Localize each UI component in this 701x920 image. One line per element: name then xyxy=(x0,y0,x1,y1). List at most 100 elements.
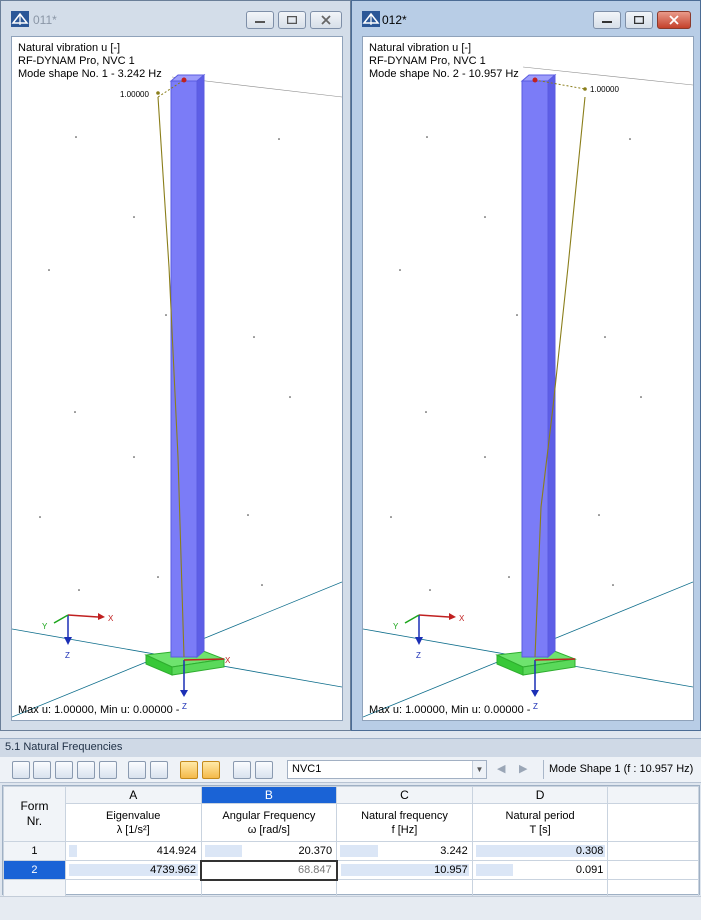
col-unit: T [s] xyxy=(529,823,551,836)
axis-x-label: X xyxy=(225,656,231,665)
form-header-line1: Form xyxy=(20,799,49,813)
edit-button[interactable] xyxy=(255,761,273,779)
window-011[interactable]: 011* 1.00000 X Z X Y Z Natural vibration… xyxy=(0,0,351,731)
global-axis-z-label: Z xyxy=(416,651,421,660)
export-excel-button[interactable] xyxy=(12,761,30,779)
close-icon xyxy=(669,15,679,25)
max-min-footer: Max u: 1.00000, Min u: 0.00000 - xyxy=(18,704,180,716)
result-line-2: RF-DYNAM Pro, NVC 1 xyxy=(369,55,486,67)
empty-subheader xyxy=(607,803,699,842)
minimize-icon xyxy=(602,21,612,23)
panel-title: 5.1 Natural Frequencies xyxy=(0,738,701,757)
maximize-icon xyxy=(287,16,297,24)
global-axis-z-label: Z xyxy=(65,651,70,660)
filter-button[interactable] xyxy=(55,761,73,779)
window-titlebar[interactable]: 011* xyxy=(1,1,350,37)
window-titlebar[interactable]: 012* xyxy=(352,1,700,37)
cell-value: 20.370 xyxy=(298,844,333,857)
col-unit: ω [rad/s] xyxy=(247,823,290,836)
cell-value: 3.242 xyxy=(440,845,468,857)
cell-value: 414.924 xyxy=(156,845,197,857)
cell-natural-period[interactable]: 0.308 xyxy=(471,841,609,861)
col-name: Angular Frequency xyxy=(222,809,316,822)
window-012[interactable]: 012* 1.00000 Z X Y Z Natural vibration u… xyxy=(351,0,701,731)
row-number[interactable]: 1 xyxy=(3,841,66,861)
cell-eigenvalue[interactable]: 4739.962 xyxy=(64,860,202,880)
cell-empty xyxy=(607,860,699,880)
col-name: Eigenvalue xyxy=(105,809,161,822)
window-title: 012* xyxy=(382,13,407,27)
cell-value: 4739.962 xyxy=(150,864,197,876)
row-number[interactable]: 2 xyxy=(3,860,66,880)
next-table-button[interactable] xyxy=(150,761,168,779)
close-button[interactable] xyxy=(310,11,342,29)
cell-natural-frequency[interactable]: 3.242 xyxy=(336,841,473,861)
axis-z-label: Z xyxy=(182,702,187,711)
model-3d-view[interactable]: 1.00000 X Z X Y Z xyxy=(12,37,342,720)
rfem-app-icon xyxy=(11,11,29,27)
color-bars-button[interactable] xyxy=(99,761,117,779)
cell-value: 0.308 xyxy=(575,845,604,857)
graphics-viewport[interactable]: 1.00000 X Z X Y Z Natural vibration u [-… xyxy=(11,36,343,721)
minimize-icon xyxy=(255,21,265,23)
result-line-3: Mode shape No. 2 - 10.957 Hz xyxy=(369,68,519,80)
col-name: Natural frequency xyxy=(361,809,448,822)
form-nr-header[interactable]: Form Nr. xyxy=(3,786,66,842)
maximize-icon xyxy=(634,16,644,24)
graphics-viewport[interactable]: 1.00000 Z X Y Z Natural vibration u [-] … xyxy=(362,36,694,721)
max-min-footer: Max u: 1.00000, Min u: 0.00000 - xyxy=(369,704,531,716)
global-axis-y-label: Y xyxy=(393,622,399,631)
result-line-2: RF-DYNAM Pro, NVC 1 xyxy=(18,55,135,67)
table-row[interactable]: 2 4739.962 68.847 10.957 0.091 xyxy=(3,859,699,881)
column-empty-header xyxy=(607,786,699,804)
natural-period-header: Natural period T [s] xyxy=(471,803,609,842)
column-member[interactable] xyxy=(170,80,198,658)
rfem-app-icon xyxy=(362,11,380,27)
column-a-header[interactable]: A xyxy=(64,786,202,804)
load-case-select[interactable]: NVC1 ▼ xyxy=(287,760,487,779)
insert-row-button[interactable] xyxy=(33,761,51,779)
maximize-button[interactable] xyxy=(278,11,306,29)
view-mode-button[interactable] xyxy=(202,761,220,779)
result-line-3: Mode shape No. 1 - 3.242 Hz xyxy=(18,68,162,80)
status-bar xyxy=(0,896,701,920)
cell-value: 0.091 xyxy=(575,864,604,876)
show-columns-button[interactable] xyxy=(233,761,251,779)
select-in-graphic-button[interactable] xyxy=(180,761,198,779)
cell-angular-frequency[interactable]: 20.370 xyxy=(200,841,338,861)
minimize-button[interactable] xyxy=(593,11,621,29)
cell-value: 10.957 xyxy=(434,864,468,876)
result-line-1: Natural vibration u [-] xyxy=(18,42,121,54)
eigenvalue-header: Eigenvalue λ [1/s²] xyxy=(64,803,202,842)
chevron-down-icon[interactable]: ▼ xyxy=(472,761,486,778)
col-name: Natural period xyxy=(505,809,575,822)
table-row[interactable]: 1 414.924 20.370 3.242 0.308 xyxy=(3,841,699,861)
nav-next-icon[interactable]: ▶ xyxy=(519,762,527,775)
cell-natural-frequency[interactable]: 10.957 xyxy=(336,860,473,880)
cell-angular-frequency[interactable]: 68.847 xyxy=(200,859,338,881)
global-axis-y-label: Y xyxy=(42,622,48,631)
axis-z-label: Z xyxy=(533,702,538,711)
column-member[interactable] xyxy=(521,80,549,658)
nav-previous-icon[interactable]: ◀ xyxy=(497,762,505,775)
column-c-header[interactable]: C xyxy=(336,786,473,804)
global-axis-x-label: X xyxy=(108,614,114,623)
cell-natural-period[interactable]: 0.091 xyxy=(471,860,609,880)
deform-value-label: 1.00000 xyxy=(120,90,149,99)
cell-eigenvalue[interactable]: 414.924 xyxy=(64,841,202,861)
global-axis-x-label: X xyxy=(459,614,465,623)
table-settings-button[interactable] xyxy=(77,761,95,779)
previous-table-button[interactable] xyxy=(128,761,146,779)
natural-frequency-header: Natural frequency f [Hz] xyxy=(336,803,473,842)
close-button[interactable] xyxy=(657,11,691,29)
natural-frequencies-table[interactable]: Form Nr. A B C D Eigenvalue λ [1/s²] Angu… xyxy=(2,785,700,899)
column-d-header[interactable]: D xyxy=(471,786,609,804)
maximize-button[interactable] xyxy=(625,11,653,29)
column-b-header[interactable]: B xyxy=(200,786,338,804)
angular-frequency-header: Angular Frequency ω [rad/s] xyxy=(200,803,338,842)
cell-empty xyxy=(607,841,699,861)
cell-value: 68.847 xyxy=(298,864,332,876)
model-3d-view[interactable]: 1.00000 Z X Y Z xyxy=(363,37,693,720)
col-unit: f [Hz] xyxy=(391,823,418,836)
minimize-button[interactable] xyxy=(246,11,274,29)
